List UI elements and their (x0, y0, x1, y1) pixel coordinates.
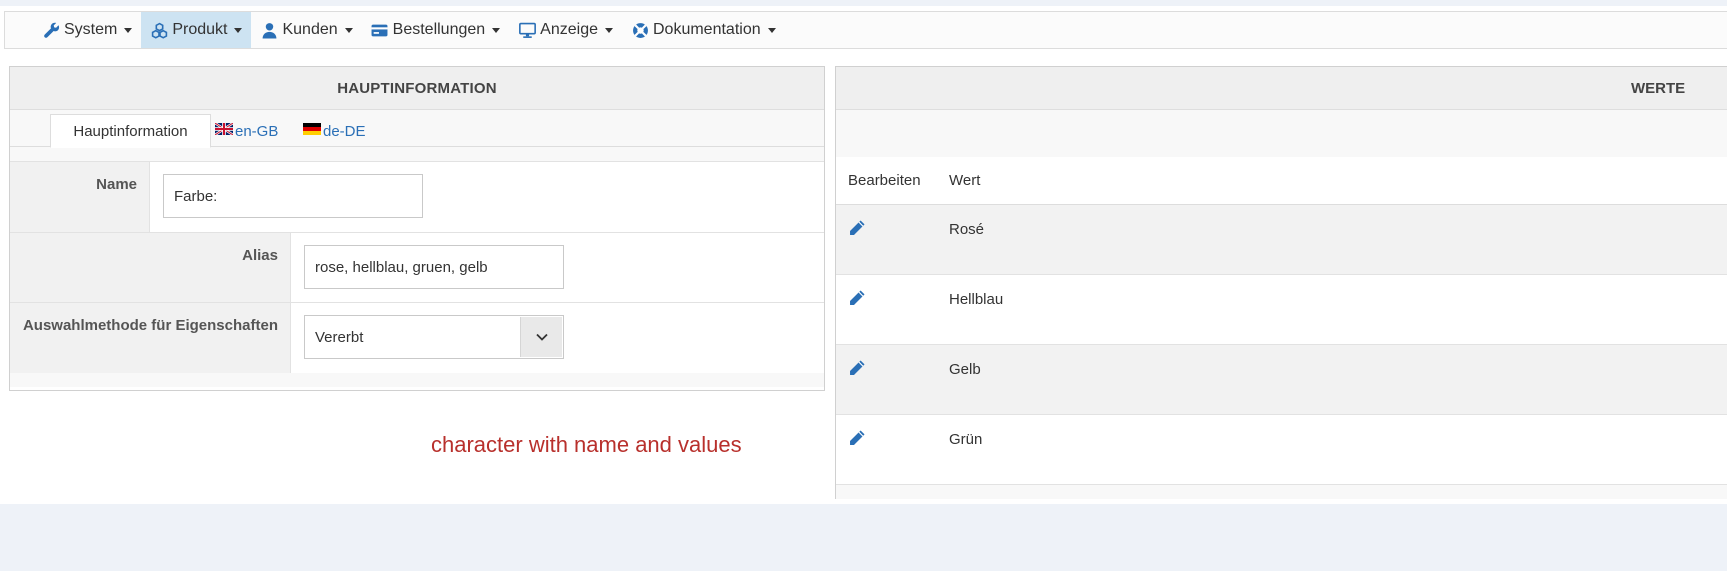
alias-label: Alias (10, 233, 291, 302)
form-row-method: Auswahlmethode für Eigenschaften Vererbt (10, 303, 824, 373)
table-row: Grün (836, 415, 1727, 485)
flag-de-icon (303, 122, 321, 135)
name-label: Name (10, 162, 150, 232)
alias-field[interactable]: rose, hellblau, gruen, gelb (304, 245, 564, 289)
value-cell: Gelb (949, 361, 981, 378)
chevron-down-icon (767, 27, 776, 33)
table-row: Rosé (836, 205, 1727, 275)
values-table-header: Bearbeiten Wert (836, 157, 1727, 205)
main-navbar: System Produkt Kunden Bestellungen Anzei… (4, 11, 1727, 49)
nav-system[interactable]: System (33, 12, 141, 48)
pencil-icon[interactable] (848, 359, 866, 377)
chevron-down-icon (234, 27, 243, 33)
nav-anzeige[interactable]: Anzeige (509, 12, 622, 48)
pencil-icon[interactable] (848, 219, 866, 237)
chevron-down-icon (605, 27, 613, 33)
column-value: Wert (949, 172, 981, 189)
values-panel-footer (836, 485, 1727, 499)
language-tabs: Hauptinformation en-GB de-DE (10, 110, 824, 148)
method-select-value: Vererbt (315, 328, 364, 346)
values-panel-header: WERTE (836, 67, 1727, 110)
form-row-alias: Alias rose, hellblau, gruen, gelb (10, 233, 824, 303)
nav-produkt-label: Produkt (172, 21, 228, 38)
value-cell: Hellblau (949, 291, 1004, 308)
nav-system-label: System (64, 21, 118, 38)
column-edit: Bearbeiten (848, 172, 921, 189)
nav-bestellungen[interactable]: Bestellungen (362, 12, 510, 48)
tab-de-de-label: de-DE (323, 122, 366, 140)
nav-kunden[interactable]: Kunden (251, 12, 361, 48)
nav-dokumentation[interactable]: Dokumentation (622, 12, 785, 48)
method-select[interactable]: Vererbt (304, 315, 564, 359)
lifebuoy-icon (631, 21, 649, 39)
wrench-icon (42, 21, 60, 39)
main-info-panel: HAUPTINFORMATION Hauptinformation en-GB (9, 66, 825, 391)
method-label: Auswahlmethode für Eigenschaften (10, 303, 291, 373)
values-panel: WERTE Bearbeiten Wert Rosé Hellblau Gelb… (835, 66, 1727, 499)
nav-dokumentation-label: Dokumentation (653, 21, 761, 38)
user-icon (260, 21, 278, 39)
chevron-down-icon[interactable] (520, 317, 562, 357)
tab-hauptinformation-label: Hauptinformation (73, 122, 188, 140)
pencil-icon[interactable] (848, 289, 866, 307)
tab-en-gb[interactable]: en-GB (214, 114, 279, 148)
monitor-icon (518, 21, 536, 39)
value-cell: Rosé (949, 221, 985, 238)
table-row: Gelb (836, 345, 1727, 415)
chevron-down-icon (124, 27, 133, 33)
annotation-note: character with name and values (431, 432, 742, 457)
cubes-icon (150, 21, 168, 39)
nav-produkt[interactable]: Produkt (141, 12, 252, 48)
chevron-down-icon (344, 27, 353, 33)
value-cell: Grün (949, 431, 983, 448)
nav-anzeige-label: Anzeige (540, 21, 598, 38)
panel-footer (10, 373, 824, 387)
flag-uk-icon (214, 122, 234, 136)
nav-kunden-label: Kunden (282, 21, 338, 38)
panel-title: HAUPTINFORMATION (10, 67, 824, 110)
pencil-icon[interactable] (848, 429, 866, 447)
values-panel-title: WERTE (1631, 80, 1686, 97)
nav-bestellungen-label: Bestellungen (392, 21, 486, 38)
name-field[interactable]: Farbe: (163, 174, 423, 218)
table-row: Hellblau (836, 275, 1727, 345)
tab-de-de[interactable]: de-DE (303, 114, 366, 148)
credit-card-icon (371, 21, 389, 39)
chevron-down-icon (492, 27, 501, 33)
tab-hauptinformation[interactable]: Hauptinformation (50, 114, 211, 148)
form-row-name: Name Farbe: (10, 162, 824, 233)
tab-en-gb-label: en-GB (235, 122, 279, 140)
tabs-spacer (10, 147, 824, 162)
values-toolbar (836, 110, 1727, 157)
